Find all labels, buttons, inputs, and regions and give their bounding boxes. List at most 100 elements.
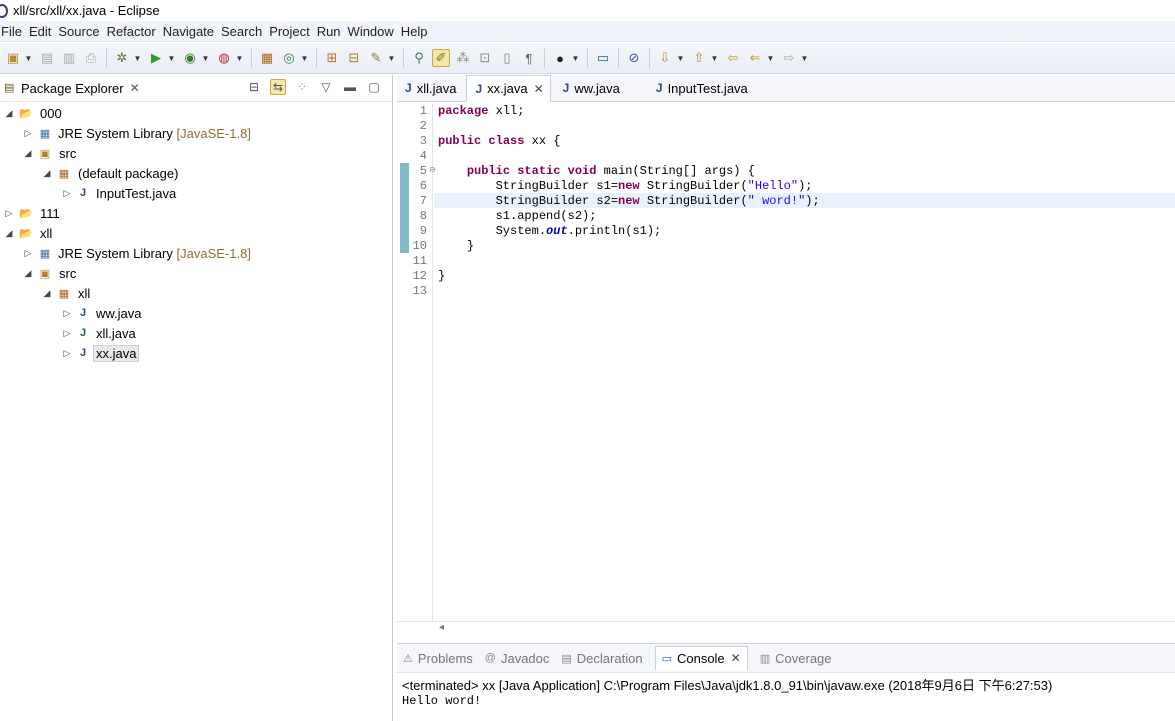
focus-task-icon[interactable]: ⁘ xyxy=(294,80,310,94)
minimize-icon[interactable]: ▬ xyxy=(342,80,358,94)
tab-label: Problems xyxy=(417,650,473,666)
menu-refactor[interactable]: Refactor xyxy=(107,24,163,39)
menu-project[interactable]: Project xyxy=(269,24,316,39)
code-editor[interactable]: 1 2 3 4 5 ⊖ 6 7 8 9 10 11 12 13 package … xyxy=(397,103,1175,623)
collapsed-chevron-icon[interactable]: ▷ xyxy=(62,308,72,319)
menu-run[interactable]: Run xyxy=(317,24,348,39)
debug-dropdown-icon[interactable]: ▼ xyxy=(133,49,142,67)
tree-item-xll-java[interactable]: ▷ J xll.java xyxy=(0,323,392,343)
new-java-class-icon[interactable]: ◎ xyxy=(280,49,298,67)
tree-item-default-package[interactable]: ◢ ▦ (default package) xyxy=(0,163,392,183)
tree-item-src[interactable]: ◢ ▣ src xyxy=(0,263,392,283)
collapsed-chevron-icon[interactable]: ▷ xyxy=(62,188,72,199)
menu-help[interactable]: Help xyxy=(401,24,435,39)
word-wrap-icon[interactable]: ⊡ xyxy=(476,49,494,67)
tab-ww-java[interactable]: Jww.java xyxy=(555,75,626,101)
coverage-icon[interactable]: ◉ xyxy=(181,49,199,67)
menu-search[interactable]: Search xyxy=(221,24,269,39)
save-all-icon[interactable]: ▥ xyxy=(60,49,78,67)
link-with-editor-icon[interactable]: ⇆ xyxy=(270,79,286,95)
open-type-icon[interactable]: ⊞ xyxy=(323,49,341,67)
horizontal-scrollbar[interactable]: ◂ xyxy=(397,621,1175,637)
tree-item-package-xll[interactable]: ◢ ▦ xll xyxy=(0,283,392,303)
tab-coverage[interactable]: ▥ Coverage xyxy=(760,651,832,666)
tree-item-project-111[interactable]: ▷ 📂 111 xyxy=(0,203,392,223)
tree-item-jre-library[interactable]: ▷ ▦ JRE System Library [JavaSE-1.8] xyxy=(0,243,392,263)
console-view-icon[interactable]: ▭ xyxy=(594,49,612,67)
tab-javadoc[interactable]: @ Javadoc xyxy=(485,651,550,666)
run-icon[interactable]: ▶ xyxy=(147,49,165,67)
menu-file[interactable]: File xyxy=(1,24,29,39)
new-icon[interactable]: ▣ xyxy=(4,49,22,67)
skip-breakpoints-icon[interactable]: ⊘ xyxy=(625,49,643,67)
tree-item-xx-java[interactable]: ▷ J xx.java xyxy=(0,343,392,363)
expanded-chevron-icon[interactable]: ◢ xyxy=(4,108,14,119)
tree-item-jre-library[interactable]: ▷ ▦ JRE System Library [JavaSE-1.8] xyxy=(0,123,392,143)
tree-item-project-000[interactable]: ◢ 📂 000 xyxy=(0,103,392,123)
new-java-package-icon[interactable]: ▦ xyxy=(258,49,276,67)
maximize-icon[interactable]: ▢ xyxy=(366,80,382,94)
external-tools-dropdown-icon[interactable]: ▼ xyxy=(235,49,244,67)
close-icon[interactable]: ✕ xyxy=(534,82,544,96)
expanded-chevron-icon[interactable]: ◢ xyxy=(4,228,14,239)
previous-annotation-icon[interactable]: ⇧ xyxy=(690,49,708,67)
toggle-breadcrumb-icon[interactable]: ⚲ xyxy=(410,49,428,67)
block-selection-icon[interactable]: ⁂ xyxy=(454,49,472,67)
next-annotation-icon[interactable]: ⇩ xyxy=(656,49,674,67)
collapse-all-icon[interactable]: ⊟ xyxy=(246,80,262,94)
paragraph-icon[interactable]: ¶ xyxy=(520,49,538,67)
fold-collapse-icon[interactable]: ⊖ xyxy=(429,165,436,174)
search-icon[interactable]: ✎ xyxy=(367,49,385,67)
debug-icon[interactable]: ✲ xyxy=(113,49,131,67)
show-whitespace-icon[interactable]: ▯ xyxy=(498,49,516,67)
collapsed-chevron-icon[interactable]: ▷ xyxy=(4,208,14,219)
menu-edit[interactable]: Edit xyxy=(29,24,58,39)
new-dropdown-icon[interactable]: ▼ xyxy=(24,49,33,67)
forward-icon[interactable]: ⇨ xyxy=(780,49,798,67)
new-class-dropdown-icon[interactable]: ▼ xyxy=(300,49,309,67)
view-menu-icon[interactable]: ▽ xyxy=(318,80,334,94)
collapsed-chevron-icon[interactable]: ▷ xyxy=(62,348,72,359)
collapsed-chevron-icon[interactable]: ▷ xyxy=(62,328,72,339)
open-task-icon[interactable]: ⊟ xyxy=(345,49,363,67)
close-icon[interactable]: ✕ xyxy=(731,651,741,665)
menu-navigate[interactable]: Navigate xyxy=(163,24,221,39)
perspective-dropdown-icon[interactable]: ▼ xyxy=(571,49,580,67)
menu-source[interactable]: Source xyxy=(58,24,106,39)
previous-annotation-dropdown-icon[interactable]: ▼ xyxy=(710,49,719,67)
tree-item-project-xll[interactable]: ◢ 📂 xll xyxy=(0,223,392,243)
expanded-chevron-icon[interactable]: ◢ xyxy=(23,268,33,279)
console-output[interactable]: Hello word! xyxy=(402,694,481,708)
tab-problems[interactable]: ⚠ Problems xyxy=(403,651,473,666)
tree-item-inputtest-java[interactable]: ▷ J InputTest.java xyxy=(0,183,392,203)
close-icon[interactable]: ✕ xyxy=(130,81,140,95)
tab-declaration[interactable]: ▤ Declaration xyxy=(561,651,642,666)
menu-window[interactable]: Window xyxy=(348,24,401,39)
print-icon[interactable]: ⎙ xyxy=(82,49,100,67)
run-dropdown-icon[interactable]: ▼ xyxy=(167,49,176,67)
tree-item-src[interactable]: ◢ ▣ src xyxy=(0,143,392,163)
expanded-chevron-icon[interactable]: ◢ xyxy=(23,148,33,159)
forward-dropdown-icon[interactable]: ▼ xyxy=(800,49,809,67)
tree-item-ww-java[interactable]: ▷ J ww.java xyxy=(0,303,392,323)
external-tools-icon[interactable]: ◍ xyxy=(215,49,233,67)
tab-xll-java[interactable]: Jxll.java xyxy=(397,75,462,101)
search-dropdown-icon[interactable]: ▼ xyxy=(387,49,396,67)
next-annotation-dropdown-icon[interactable]: ▼ xyxy=(676,49,685,67)
last-edit-location-icon[interactable]: ⇦ xyxy=(724,49,742,67)
tab-console[interactable]: ▭ Console ✕ xyxy=(654,645,748,671)
toggle-mark-occurrences-icon[interactable]: ✐ xyxy=(432,49,450,67)
scroll-left-icon[interactable]: ◂ xyxy=(439,622,444,633)
package-explorer-title[interactable]: Package Explorer xyxy=(21,81,124,96)
tab-inputtest-java[interactable]: J InputTest.java xyxy=(648,75,754,101)
coverage-dropdown-icon[interactable]: ▼ xyxy=(201,49,210,67)
expanded-chevron-icon[interactable]: ◢ xyxy=(42,168,52,179)
tab-xx-java[interactable]: Jxx.java ✕ xyxy=(466,75,551,102)
expanded-chevron-icon[interactable]: ◢ xyxy=(42,288,52,299)
collapsed-chevron-icon[interactable]: ▷ xyxy=(23,128,33,139)
back-dropdown-icon[interactable]: ▼ xyxy=(766,49,775,67)
collapsed-chevron-icon[interactable]: ▷ xyxy=(23,248,33,259)
back-icon[interactable]: ⇐ xyxy=(746,49,764,67)
perspective-icon[interactable]: ● xyxy=(551,49,569,67)
save-icon[interactable]: ▤ xyxy=(38,49,56,67)
